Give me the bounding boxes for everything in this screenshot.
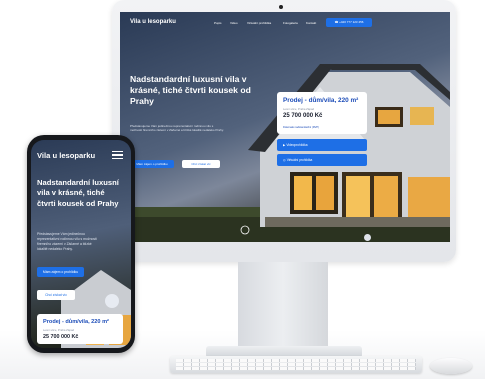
mobile-screen: Vila u lesoparku Nadstandardní luxusní v…	[31, 140, 131, 348]
mobile-card-title: Prodej - dům/vila, 220 m²	[43, 319, 109, 325]
mobile-hero-description: Představujeme Vám jedinečnou reprezentat…	[37, 232, 97, 251]
mobile-hero-title: Nadstandardní luxusní vila v krásné, tic…	[37, 178, 119, 208]
more-button[interactable]: Chci získat víc	[182, 160, 220, 168]
scroll-indicator[interactable]	[364, 234, 371, 241]
interest-button[interactable]: Mám zájem o prohlídku	[130, 160, 174, 168]
hero-description: Představujeme Vám jedinečnou reprezentat…	[130, 124, 224, 133]
keyboard-key-row	[176, 363, 416, 366]
keyboard-key-row	[176, 359, 416, 362]
card-badge: Dokonale nadstandardní (RVP)	[283, 126, 319, 129]
hero-title: Nadstandardní luxusní vila v krásné, tic…	[130, 74, 251, 106]
keyboard	[170, 356, 422, 373]
phone-button[interactable]: ☎ +420 777 123 456	[326, 18, 372, 27]
site-logo[interactable]: Vila u lesoparku	[130, 19, 176, 25]
mouse	[430, 358, 472, 374]
mobile-interest-button[interactable]: Mám zájem o prohlídku	[37, 267, 84, 277]
mobile-scroll-indicator[interactable]	[105, 294, 119, 308]
nav-item-popis[interactable]: Popis	[214, 21, 222, 25]
keyboard-key-row	[176, 367, 416, 370]
nav-item-virtual-tour[interactable]: Virtuální prohlídka	[247, 21, 271, 25]
top-navigation: Vila u lesoparku Popis Video Virtuální p…	[120, 12, 450, 34]
virtual-tour-button[interactable]: ◎ Virtuální prohlídka	[277, 154, 367, 166]
monitor-stand	[238, 262, 328, 350]
nav-item-gallery[interactable]: Fotogalerie	[283, 21, 298, 25]
video-tour-button[interactable]: ▶ Videoprohlídka	[277, 139, 367, 151]
phone-button-label: +420 777 123 456	[339, 20, 364, 24]
nav-item-video[interactable]: Video	[230, 21, 238, 25]
mobile-property-card: Prodej - dům/vila, 220 m² Lesní ulice, P…	[37, 314, 123, 344]
virtual-tour-label: Virtuální prohlídka	[286, 158, 313, 162]
property-card: Prodej - dům/vila, 220 m² Lesní ulice, P…	[277, 92, 367, 134]
card-title: Prodej - dům/vila, 220 m²	[283, 97, 359, 104]
mobile-card-subtitle: Lesní ulice, Praha Západ	[43, 328, 75, 332]
desktop-screen: Vila u lesoparku Popis Video Virtuální p…	[120, 12, 450, 242]
mobile-more-button[interactable]: Chci získat víc	[37, 290, 75, 300]
video-tour-label: Videoprohlídka	[286, 143, 308, 147]
mobile-card-price: 25 700 000 Kč	[43, 334, 79, 340]
hamburger-menu-icon[interactable]	[112, 151, 123, 159]
nav-item-contact[interactable]: Kontakt	[306, 21, 316, 25]
card-subtitle: Lesní ulice, Praha Západ	[283, 107, 315, 111]
vr-icon: ◎	[283, 158, 286, 162]
camera-dot	[279, 5, 283, 9]
card-price: 25 700 000 Kč	[283, 113, 323, 119]
mobile-logo[interactable]: Vila u lesoparku	[37, 151, 95, 160]
